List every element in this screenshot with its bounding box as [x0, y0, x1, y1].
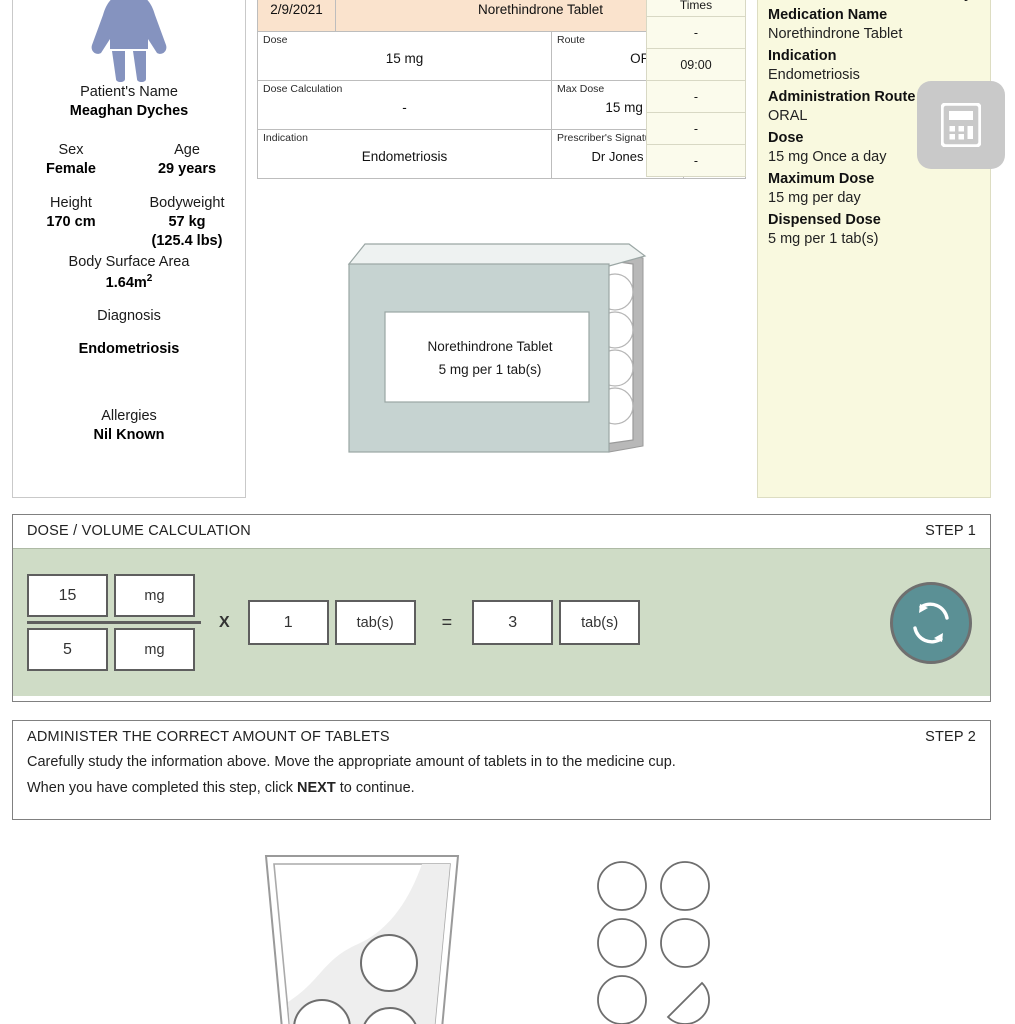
equals-operator: =: [441, 612, 453, 632]
denominator-unit-input[interactable]: mg: [114, 628, 195, 671]
refresh-icon: [913, 602, 949, 643]
patient-allergies-value: Nil Known: [93, 427, 165, 444]
whole-tablet[interactable]: [597, 975, 647, 1024]
patient-weight-imperial: (125.4 lbs): [151, 232, 223, 249]
administration-times-header: Administration Times: [646, 0, 746, 17]
medicine-cup[interactable]: [262, 852, 462, 1024]
fraction-denominator-row: 5 mg: [27, 628, 201, 671]
fraction-divider-line: [27, 621, 201, 624]
numerator-unit-input[interactable]: mg: [114, 574, 195, 617]
fraction-numerator-row: 15 mg: [27, 574, 201, 617]
tablet-supply-tray[interactable]: [595, 858, 710, 1024]
rx-date-value: 2/9/2021: [270, 1, 323, 17]
step1-calculation-body: 15 mg 5 mg X 1 tab(s) = 3 tab(s): [13, 548, 990, 696]
rx-cell-date: Date 2/9/2021: [257, 0, 336, 32]
info-panel-title: For Use in safeMedicate Only: [768, 0, 980, 1]
step1-panel: DOSE / VOLUME CALCULATION STEP 1 15 mg 5…: [12, 514, 991, 702]
step2-instructions: Carefully study the information above. M…: [13, 750, 990, 812]
patient-height-value: 170 cm: [46, 213, 96, 230]
info-value-maximum-dose: 15 mg per day: [768, 190, 861, 206]
rx-dose-calc-label: Dose Calculation: [263, 83, 343, 95]
female-patient-icon: [91, 0, 167, 82]
patient-height-label: Height: [50, 194, 92, 211]
half-tablet[interactable]: [666, 981, 710, 1024]
multiplier-unit-input[interactable]: tab(s): [334, 600, 416, 645]
info-value-medication-name: Norethindrone Tablet: [768, 26, 903, 42]
whole-tablet[interactable]: [660, 861, 710, 911]
result-value-input[interactable]: 3: [472, 600, 554, 645]
administration-time-slot[interactable]: -: [646, 16, 746, 49]
info-key-medication-name: Medication Name: [768, 7, 888, 23]
patient-bsa-label: Body Surface Area: [68, 253, 190, 270]
top-information-row: Patient's Name Meaghan Dyches Sex Female…: [0, 0, 1015, 500]
administration-time-slot[interactable]: -: [646, 80, 746, 113]
rx-cell-indication: Indication Endometriosis: [257, 129, 552, 179]
patient-height-weight-row: Height 170 cm Bodyweight 57 kg (125.4 lb…: [13, 194, 245, 251]
rx-dose-calc-value: -: [402, 99, 407, 115]
medicine-box-label-strength: 5 mg per 1 tab(s): [438, 361, 542, 377]
step1-title: DOSE / VOLUME CALCULATION: [27, 523, 251, 539]
result-unit-input[interactable]: tab(s): [559, 600, 641, 645]
patient-weight-label: Bodyweight: [149, 194, 225, 211]
step2-next-keyword: NEXT: [297, 779, 336, 796]
patient-sex-value: Female: [46, 161, 96, 178]
patient-sex-label: Sex: [58, 142, 84, 159]
rx-indication-label: Indication: [263, 132, 308, 144]
rx-dose-value: 15 mg: [385, 50, 424, 66]
denominator-value-input[interactable]: 5: [27, 628, 108, 671]
numerator-value-input[interactable]: 15: [27, 574, 108, 617]
patient-name-label: Patient's Name: [80, 84, 178, 100]
dose-fraction: 15 mg 5 mg: [27, 574, 201, 671]
multiplier-value-input[interactable]: 1: [247, 600, 329, 645]
step2-header: ADMINISTER THE CORRECT AMOUNT OF TABLETS…: [13, 721, 990, 750]
step2-step-label: STEP 2: [925, 729, 976, 745]
calculator-button[interactable]: [917, 81, 1005, 169]
info-key-indication: Indication: [768, 48, 837, 64]
patient-name-value: Meaghan Dyches: [69, 103, 189, 120]
whole-tablet[interactable]: [597, 861, 647, 911]
step2-line2-post: to continue.: [335, 779, 415, 796]
step1-step-label: STEP 1: [925, 523, 976, 539]
reset-calculation-button[interactable]: [890, 581, 972, 664]
info-key-dispensed-dose: Dispensed Dose: [768, 212, 881, 228]
patient-diagnosis-value: Endometriosis: [78, 341, 180, 358]
administration-time-slot[interactable]: -: [646, 112, 746, 145]
administration-time-slot[interactable]: -: [646, 144, 746, 177]
medicine-box-label-name: Norethindrone Tablet: [427, 339, 553, 354]
calculator-icon: [941, 103, 981, 147]
patient-details-card: Patient's Name Meaghan Dyches Sex Female…: [12, 0, 246, 498]
patient-bsa-value: 1.64m2: [105, 273, 153, 291]
whole-tablet[interactable]: [597, 918, 647, 968]
rx-dose-label: Dose: [263, 34, 288, 46]
administration-times-column: Administration Times - 09:00 - - -: [646, 0, 746, 177]
step2-panel: ADMINISTER THE CORRECT AMOUNT OF TABLETS…: [12, 720, 991, 820]
step2-line2-pre: When you have completed this step, click: [27, 779, 297, 796]
step1-header: DOSE / VOLUME CALCULATION STEP 1: [13, 515, 990, 548]
medicine-box-label: Norethindrone Tablet 5 mg per 1 tab(s): [388, 336, 592, 382]
tablet-in-cup[interactable]: [360, 934, 418, 992]
rx-indication-value: Endometriosis: [361, 148, 448, 164]
multiply-operator: X: [219, 613, 230, 631]
rx-cell-dose-calculation: Dose Calculation -: [257, 80, 552, 130]
patient-age-value: 29 years: [157, 161, 217, 178]
patient-diagnosis-label: Diagnosis: [97, 307, 161, 324]
patient-allergies-label: Allergies: [101, 408, 157, 425]
medication-info-panel: For Use in safeMedicate Only Medication …: [757, 0, 991, 498]
patient-age-label: Age: [174, 142, 200, 159]
step2-title: ADMINISTER THE CORRECT AMOUNT OF TABLETS: [27, 729, 390, 745]
administration-time-slot[interactable]: 09:00: [646, 48, 746, 81]
step2-instruction-line-1: Carefully study the information above. M…: [27, 754, 676, 770]
bsa-exponent: 2: [146, 273, 153, 284]
info-value-dispensed-dose: 5 mg per 1 tab(s): [768, 231, 879, 247]
medication-administration-screen: Patient's Name Meaghan Dyches Sex Female…: [0, 0, 1015, 1024]
info-key-maximum-dose: Maximum Dose: [768, 171, 875, 187]
step2-instruction-line-2: When you have completed this step, click…: [27, 776, 976, 802]
patient-weight-value: 57 kg: [168, 213, 206, 230]
rx-cell-dose: Dose 15 mg: [257, 31, 552, 81]
patient-sex-age-row: Sex Female Age 29 years: [13, 141, 245, 179]
whole-tablet[interactable]: [660, 918, 710, 968]
